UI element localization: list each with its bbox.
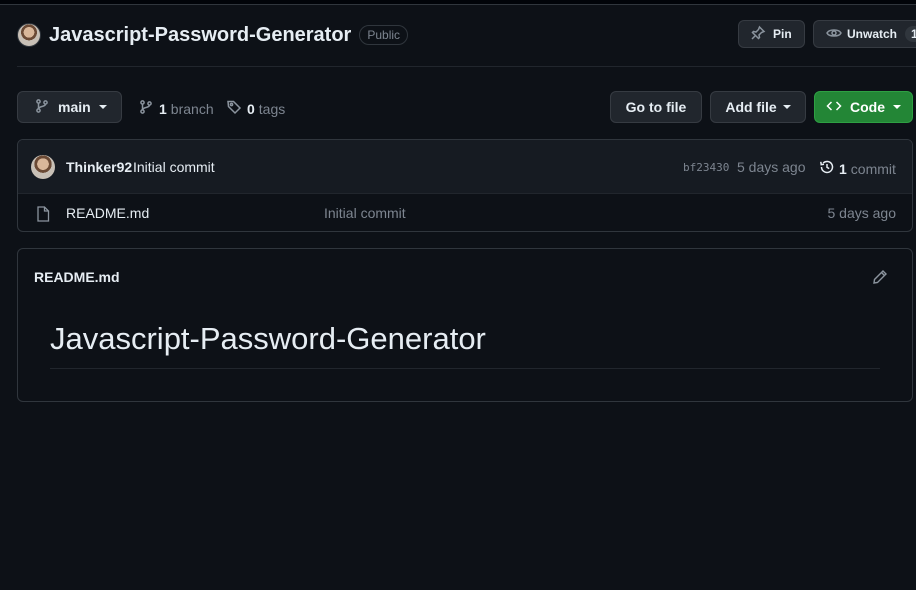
file-age: 5 days ago [827, 205, 897, 221]
git-branch-icon [138, 99, 154, 118]
header-divider [17, 66, 916, 67]
unwatch-button[interactable]: Unwatch 1 [813, 20, 916, 48]
git-branch-icon [34, 98, 50, 117]
commit-count-label: commit [850, 160, 896, 177]
commit-history-link[interactable]: 1 commit [819, 159, 896, 178]
commit-message[interactable]: Initial commit [133, 159, 215, 175]
pin-button[interactable]: Pin [738, 20, 805, 48]
file-commit-message[interactable]: Initial commit [324, 205, 406, 221]
code-label: Code [850, 99, 885, 115]
tag-icon [226, 99, 242, 118]
tag-label: tags [258, 100, 286, 117]
file-name[interactable]: README.md [66, 205, 149, 221]
readme-panel: README.md Javascript-Password-Generator [17, 248, 913, 402]
readme-title[interactable]: README.md [34, 269, 120, 285]
add-file-label: Add file [725, 99, 777, 115]
commit-author[interactable]: Thinker92 [66, 159, 132, 175]
top-header-edge [0, 0, 916, 5]
latest-commit-row: Thinker92 Initial commit bf23430 5 days … [18, 140, 912, 194]
chevron-down-icon [893, 105, 901, 109]
heading-divider [50, 368, 880, 369]
commit-count: 1 [839, 160, 847, 177]
file-row: README.md Initial commit 5 days ago [18, 194, 912, 231]
chevron-down-icon [98, 105, 107, 109]
file-icon [36, 206, 50, 227]
commit-age: 5 days ago [737, 159, 806, 175]
owner-avatar[interactable] [17, 23, 41, 47]
branch-select-button[interactable]: main [17, 91, 122, 123]
code-button[interactable]: Code [814, 91, 913, 123]
commit-sha[interactable]: bf23430 [683, 161, 729, 174]
add-file-button[interactable]: Add file [710, 91, 806, 123]
unwatch-label: Unwatch [847, 27, 898, 41]
branch-name: main [58, 99, 91, 115]
code-icon [826, 98, 842, 117]
repo-header: Javascript-Password-Generator Public [17, 22, 409, 48]
history-icon [819, 159, 835, 178]
commit-author-avatar[interactable] [31, 155, 55, 179]
file-browser: Thinker92 Initial commit bf23430 5 days … [17, 139, 913, 232]
go-to-file-button[interactable]: Go to file [610, 91, 702, 123]
readme-heading: Javascript-Password-Generator [50, 321, 486, 356]
tag-count: 0 [247, 100, 255, 117]
branches-link[interactable]: 1 branch [138, 99, 214, 118]
tags-link[interactable]: 0 tags [226, 99, 285, 118]
branch-label: branch [170, 100, 214, 117]
go-to-file-label: Go to file [625, 99, 687, 115]
pin-label: Pin [773, 27, 792, 41]
watch-counter: 1 [905, 26, 916, 42]
visibility-badge: Public [359, 25, 409, 45]
eye-icon [826, 25, 842, 44]
repo-name[interactable]: Javascript-Password-Generator [49, 24, 351, 47]
pencil-icon[interactable] [872, 269, 888, 290]
chevron-down-icon [782, 105, 791, 109]
branch-count: 1 [159, 100, 167, 117]
pin-icon [750, 25, 766, 44]
